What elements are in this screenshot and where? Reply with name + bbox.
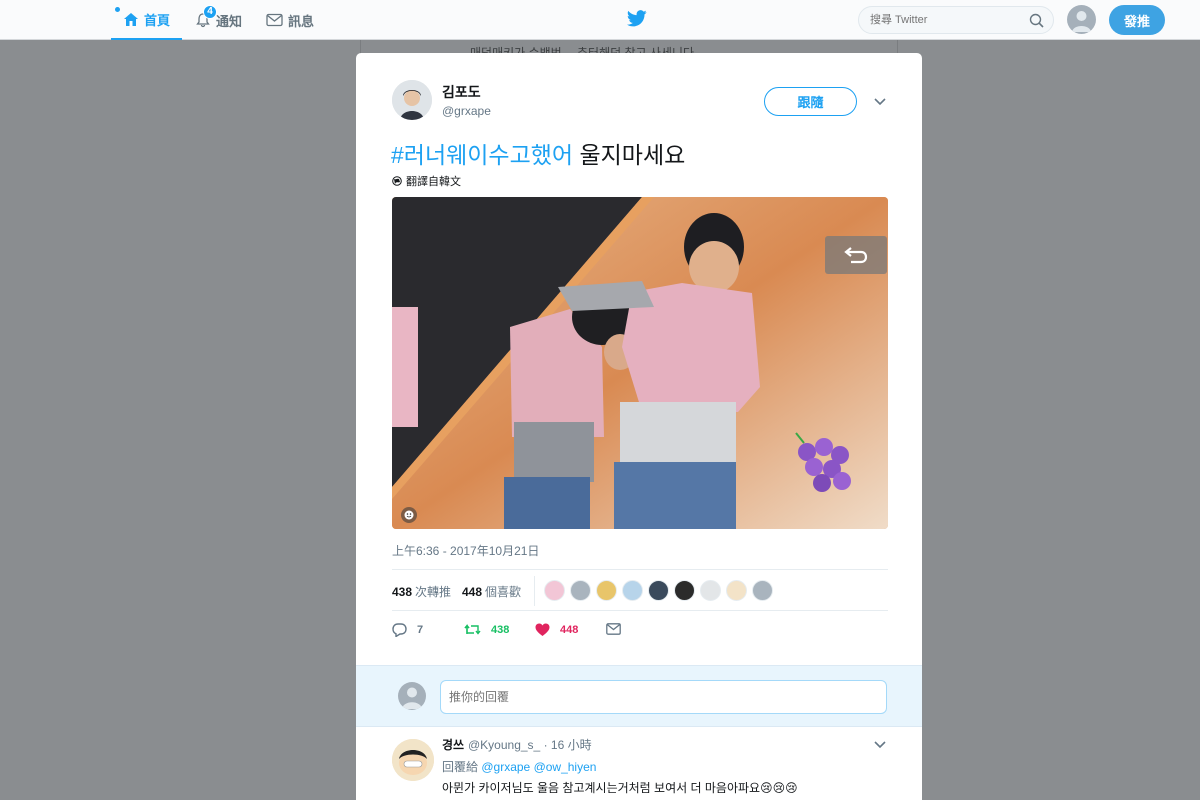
like-action[interactable]: 448 (535, 623, 578, 637)
author-name[interactable]: 김포도 (442, 82, 481, 102)
tweet-photo[interactable] (392, 197, 888, 529)
reply-composer (356, 665, 922, 727)
reply-author-avatar[interactable] (392, 739, 434, 781)
liker-avatars (544, 580, 778, 601)
heart-icon (535, 623, 550, 636)
reply-author-name[interactable]: 경쓰 (442, 736, 464, 753)
like-count: 448 (462, 585, 483, 599)
replying-to: 回覆給 @grxape @ow_hiyen (442, 758, 596, 775)
reply-icon (392, 623, 407, 637)
liker-avatar[interactable] (544, 580, 565, 601)
liker-avatar[interactable] (570, 580, 591, 601)
replying-mentions[interactable]: @grxape @ow_hiyen (481, 760, 596, 774)
reply-user-avatar (398, 682, 426, 710)
retweet-stat-label: 次轉推 (415, 585, 452, 599)
tweet-stats: 438 次轉推 448 個喜歡 (392, 569, 888, 611)
chevron-down-icon[interactable] (874, 741, 886, 749)
nav-notifications-label: 通知 (216, 13, 243, 29)
stats-divider (534, 576, 535, 606)
envelope-icon (606, 623, 621, 635)
nav-messages[interactable]: 訊息 (266, 0, 314, 40)
search-icon[interactable] (1029, 13, 1044, 28)
tweet-timestamp: 上午6:36 - 2017年10月21日 (392, 544, 540, 558)
photo-sticker-button[interactable] (401, 507, 417, 523)
liker-avatar[interactable] (700, 580, 721, 601)
search-input[interactable] (870, 7, 1020, 33)
translate-link[interactable]: 翻譯自韓文 (392, 173, 461, 189)
retweet-icon (464, 624, 481, 635)
nav-notifications[interactable]: 4 通知 (195, 0, 242, 40)
retweet-count: 438 (392, 585, 413, 599)
photo-back-button[interactable] (825, 236, 887, 274)
reply-input[interactable] (440, 680, 887, 714)
liker-avatar[interactable] (596, 580, 617, 601)
tweet-modal: 김포도 @grxape 跟隨 #러너웨이수고했어 울지마세요 翻譯自韓文 上午6… (356, 53, 922, 800)
direct-message-action[interactable] (606, 623, 631, 635)
reply-author-photo-icon (392, 739, 434, 781)
liker-avatar[interactable] (752, 580, 773, 601)
chevron-down-icon[interactable] (874, 98, 886, 106)
like-stat-label: 個喜歡 (485, 585, 522, 599)
reply-action[interactable]: 7 (392, 623, 423, 637)
translate-label: 翻譯自韓文 (406, 176, 461, 188)
reply-author-meta[interactable]: @Kyoung_s_ · 16 小時 (468, 736, 592, 753)
reply-count: 7 (417, 624, 424, 636)
reply-tweet[interactable]: 경쓰 @Kyoung_s_ · 16 小時 回覆給 @grxape @ow_hi… (356, 727, 922, 800)
author-photo-icon (392, 80, 432, 120)
retweet-stat[interactable]: 438 次轉推 (392, 583, 451, 600)
follow-button[interactable]: 跟隨 (764, 87, 857, 116)
nav-home[interactable]: 首頁 (111, 0, 182, 40)
liker-avatar[interactable] (674, 580, 695, 601)
twitter-bird-icon[interactable] (627, 10, 647, 27)
like-stat[interactable]: 448 個喜歡 (462, 583, 521, 600)
search-box[interactable] (858, 6, 1054, 34)
notification-badge: 4 (203, 5, 217, 19)
default-avatar-icon (1072, 11, 1091, 32)
home-icon (123, 12, 138, 26)
hashtag-link[interactable]: #러너웨이수고했어 (391, 142, 573, 168)
smiley-icon (404, 510, 414, 520)
liker-avatar[interactable] (622, 580, 643, 601)
nav-messages-label: 訊息 (288, 13, 315, 29)
retweet-action-count: 438 (491, 623, 510, 636)
replying-prefix: 回覆給 (442, 760, 479, 774)
globe-icon (392, 176, 402, 186)
like-action-count: 448 (560, 624, 579, 636)
nav-home-label: 首頁 (143, 12, 170, 28)
author-handle[interactable]: @grxape (442, 104, 491, 118)
tweet-text: #러너웨이수고했어 울지마세요 (391, 136, 685, 170)
retweet-action[interactable]: 438 (464, 623, 509, 636)
tweet-text-body: 울지마세요 (573, 142, 686, 168)
reply-text: 아뮌가 카이저님도 울음 참고계시는거처럼 보여서 더 마음아파요😢😢😢 (442, 781, 798, 795)
undo-arrow-icon (844, 247, 868, 264)
top-navigation-bar: 首頁 4 通知 訊息 發推 (0, 0, 1200, 40)
liker-avatar[interactable] (726, 580, 747, 601)
tweet-photo-image (392, 197, 888, 529)
envelope-icon (266, 13, 283, 27)
tweet-button[interactable]: 發推 (1109, 5, 1165, 35)
liker-avatar[interactable] (648, 580, 669, 601)
user-avatar[interactable] (1067, 5, 1096, 34)
default-avatar-icon (402, 687, 422, 709)
tweet-actions: 7 438 448 (392, 623, 692, 641)
author-avatar[interactable] (392, 80, 432, 120)
